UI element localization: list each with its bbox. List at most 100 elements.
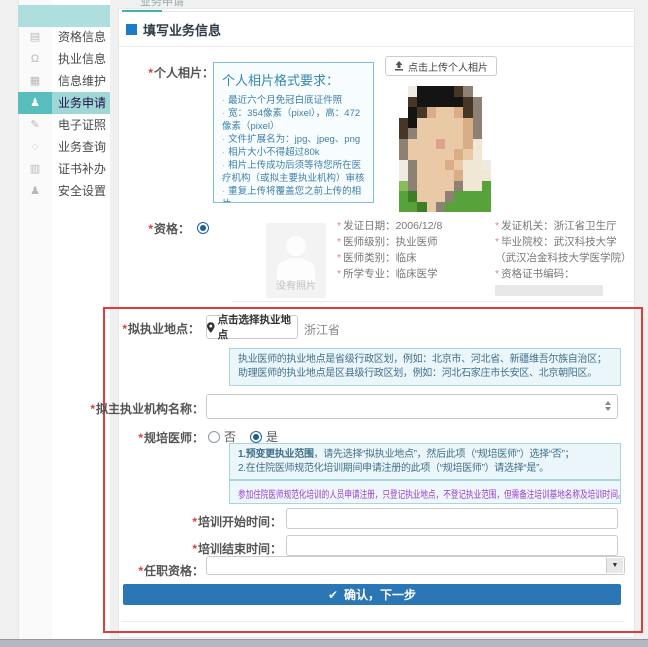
help-line: 2.在住院医师规范化培训期间申请注册的此项（“规培医师”）请选择“是”。 <box>238 462 612 476</box>
train-end-input[interactable] <box>286 535 618 556</box>
location-help-box: 执业医师的执业地点是省级行政区划，例如：北京市、河北省、新疆维吾尔族自治区；助理… <box>229 348 621 386</box>
qualification-divider <box>232 301 634 302</box>
qualification-fields-col2: *发证机关：浙江省卫生厅*毕业院校：武汉科技大学（武汉冶金科技大学医学院）*资格… <box>495 218 633 298</box>
section-marker-icon <box>126 24 137 35</box>
guipei-help-box: 1.预变更执业范围，请先选择“拟执业地点”，然后此项（“规培医师”）选择“否”；… <box>229 443 621 480</box>
sidebar-nav: ▤资格信息Ω执业信息▦信息维护♟业务申请✎电子证照◌业务查询▥证书补办♟安全设置 <box>18 26 110 202</box>
photo-requirement-item: ·重复上传将覆盖您之前上传的相片 <box>222 185 365 203</box>
qualification-field: *资格证书编码： <box>495 266 633 298</box>
sidebar-header-block <box>18 5 110 27</box>
qualification-field: *毕业院校：武汉科技大学（武汉冶金科技大学医学院） <box>495 234 633 266</box>
edit-icon: ✎ <box>18 114 52 136</box>
user-gear-icon: ♟ <box>18 180 52 202</box>
photo-requirement-item: ·相片大小不得超过80k <box>222 146 365 159</box>
sidebar-item-label: 安全设置 <box>52 180 110 202</box>
bottom-divider <box>121 621 624 622</box>
user-icon: ♟ <box>18 92 52 114</box>
sidebar-item-label: 电子证照 <box>52 114 110 136</box>
qualification-radio[interactable] <box>197 222 209 234</box>
choose-location-button[interactable]: 点击选择执业地点 <box>206 315 298 339</box>
sidebar-item-qualification-info[interactable]: ▤资格信息 <box>18 26 110 48</box>
bullet-icon: · <box>222 147 225 158</box>
train-end-label: *培训结束时间： <box>170 540 282 557</box>
uploaded-photo-pixelated <box>399 86 491 212</box>
position-select[interactable]: ▼ <box>206 556 625 575</box>
selected-location: 浙江省 <box>304 321 340 338</box>
window-footer <box>0 639 648 647</box>
help-line: 助理医师的执业地点是区县级行政区划，例如：河北石家庄市长安区、北京朝阳区。 <box>238 367 612 381</box>
required-marker: * <box>148 66 153 80</box>
sidebar-item-label: 资格信息 <box>52 26 110 48</box>
guipei-radio-no[interactable] <box>208 431 220 443</box>
page-title: 填写业务信息 <box>143 20 221 39</box>
photo-requirement-item: ·文件扩展名为：jpg、jpeg、png <box>222 133 365 146</box>
bullet-icon: * <box>495 220 499 232</box>
bullet-icon: · <box>222 95 225 106</box>
no-photo-text: 没有照片 <box>266 277 326 292</box>
no-photo-placeholder: 没有照片 <box>266 223 326 298</box>
photo-requirement-item: ·最近六个月免冠白底证件照 <box>222 94 365 107</box>
sidebar-item-business-application[interactable]: ♟业务申请 <box>18 92 110 114</box>
bullet-icon: * <box>337 220 341 232</box>
confirm-next-label: 确认，下一步 <box>344 586 416 603</box>
book-icon: ▥ <box>18 158 52 180</box>
help-line: 执业医师的执业地点是省级行政区划，例如：北京市、河北省、新疆维吾尔族自治区； <box>238 353 612 367</box>
bullet-icon: * <box>337 268 341 280</box>
photo-requirements-box: 个人相片格式要求： ·最近六个月免冠白底证件照·宽：354像素（pixel），高… <box>213 62 374 203</box>
required-marker: * <box>138 564 143 578</box>
help-line: 1.预变更执业范围，请先选择“拟执业地点”，然后此项（“规培医师”）选择“否”； <box>238 448 612 462</box>
bullet-icon: · <box>222 160 225 171</box>
choose-location-label: 点击选择执业地点 <box>218 312 297 342</box>
sidebar-item-certificate-reissue[interactable]: ▥证书补办 <box>18 158 110 180</box>
upload-button-label: 点击上传个人相片 <box>408 59 488 74</box>
silhouette-head <box>286 236 306 256</box>
upload-photo-button[interactable]: 点击上传个人相片 <box>385 56 497 76</box>
required-marker: * <box>192 515 197 529</box>
sidebar-item-e-certificate[interactable]: ✎电子证照 <box>18 114 110 136</box>
practice-location-label: *拟执业地点： <box>92 320 200 337</box>
headset-icon: Ω <box>18 48 52 70</box>
confirm-next-button[interactable]: ✔ 确认，下一步 <box>123 584 621 605</box>
check-icon: ✔ <box>328 588 338 602</box>
chat-icon: ◌ <box>18 136 52 158</box>
header-divider <box>119 46 634 47</box>
location-pin-icon <box>207 322 215 333</box>
tab-bar-divider <box>162 11 634 12</box>
clipped-tab-label: 业务申请 <box>140 0 210 9</box>
sidebar-item-info-maintenance[interactable]: ▦信息维护 <box>18 70 110 92</box>
active-tab-underline <box>122 10 162 12</box>
qualification-field: *发证日期：2006/12/8 <box>337 218 489 234</box>
qualification-field: *医师级别：执业医师 <box>337 234 489 250</box>
redacted-value <box>495 285 603 296</box>
required-marker: * <box>122 322 127 336</box>
photo-requirements-title: 个人相片格式要求： <box>222 70 365 89</box>
required-marker: * <box>90 402 95 416</box>
photo-requirement-item: ·相片上传成功后须等待您所在医疗机构（或拟主要执业机构）审核 <box>222 159 365 185</box>
guipei-radio-yes[interactable] <box>250 431 262 443</box>
sidebar-item-label: 证书补办 <box>52 158 110 180</box>
guipei-label: *规培医师： <box>92 429 204 446</box>
org-name-select[interactable] <box>206 394 618 419</box>
sidebar-item-label: 业务申请 <box>52 92 110 114</box>
document-icon: ▤ <box>18 26 52 48</box>
train-start-label: *培训开始时间： <box>170 513 282 530</box>
select-updown-icon <box>605 401 611 411</box>
page-header: 填写业务信息 <box>126 20 221 39</box>
required-marker: * <box>138 431 143 445</box>
sidebar-item-label: 执业信息 <box>52 48 110 70</box>
required-marker: * <box>148 222 153 236</box>
qualification-field: *医师类别：临床 <box>337 250 489 266</box>
upload-icon <box>394 61 404 71</box>
bullet-icon: * <box>337 252 341 264</box>
dropdown-arrow-icon[interactable]: ▼ <box>606 558 623 573</box>
sidebar-item-security-settings[interactable]: ♟安全设置 <box>18 180 110 202</box>
position-label: *任职资格： <box>96 562 204 579</box>
sidebar-item-business-query[interactable]: ◌业务查询 <box>18 136 110 158</box>
sidebar-item-practice-info[interactable]: Ω执业信息 <box>18 48 110 70</box>
train-start-input[interactable] <box>286 508 618 529</box>
clipped-tab[interactable]: 业务申请 <box>140 0 210 9</box>
qualification-fields-col1: *发证日期：2006/12/8*医师级别：执业医师*医师类别：临床*所学专业：临… <box>337 218 489 282</box>
bullet-icon: · <box>222 108 225 119</box>
card-icon: ▦ <box>18 70 52 92</box>
photo-label: *个人相片： <box>118 64 214 81</box>
